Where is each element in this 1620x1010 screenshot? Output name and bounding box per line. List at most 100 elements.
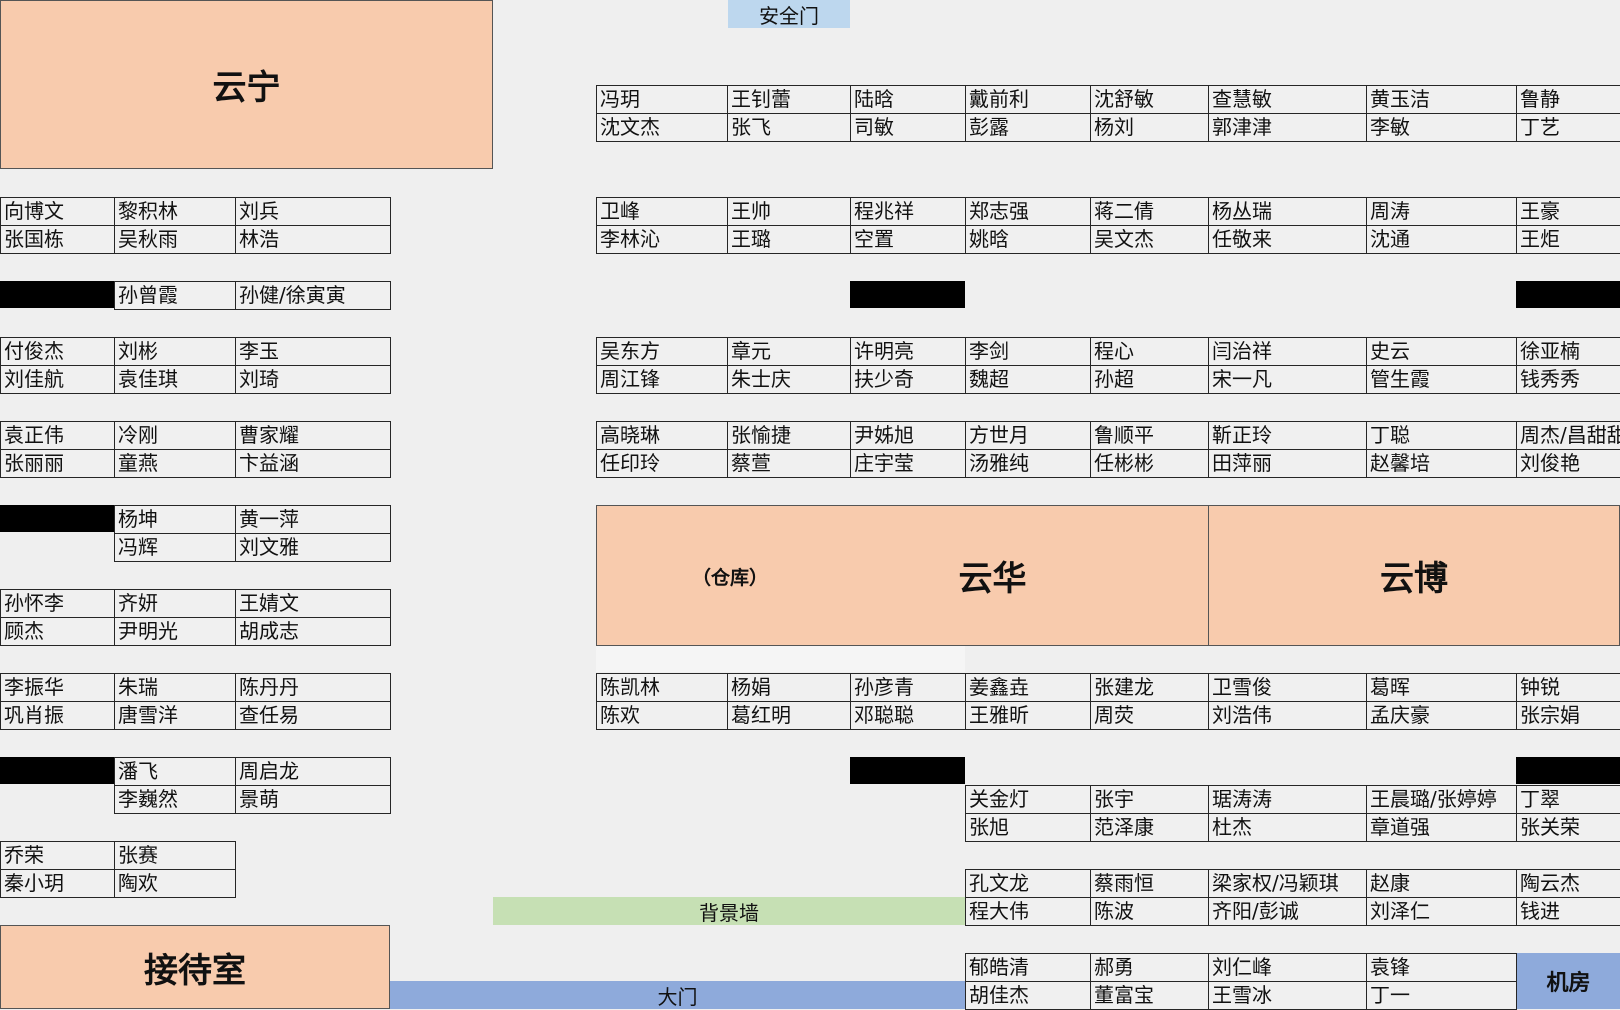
- seat-cell: 史云: [1366, 337, 1517, 366]
- seat-cell: 李敏: [1366, 113, 1517, 142]
- seat-cell: 杜杰: [1208, 813, 1367, 842]
- seat-cell: 戴前利: [965, 85, 1091, 114]
- seat-cell: 刘琦: [235, 365, 391, 394]
- pillar: [850, 757, 965, 784]
- safety-door-label: 安全门: [759, 3, 819, 28]
- seat-cell: 乔荣: [0, 841, 115, 870]
- seat-cell: 齐妍: [114, 589, 236, 618]
- main-gate-label: 大门: [657, 984, 698, 1009]
- seat-cell: 张建龙: [1090, 673, 1209, 702]
- seat-cell: 姜鑫垚: [965, 673, 1091, 702]
- seat-cell: 孙彦青: [850, 673, 966, 702]
- aisle-strip: [596, 646, 965, 672]
- seat-cell: 陆晗: [850, 85, 966, 114]
- seat-cell: 周启龙: [235, 757, 391, 786]
- seat-cell: 刘俊艳: [1516, 449, 1620, 478]
- seat-cell: 程心: [1090, 337, 1209, 366]
- background-wall: 背景墙: [493, 897, 965, 925]
- seat-cell: 陈丹丹: [235, 673, 391, 702]
- seat-cell: 汤雅纯: [965, 449, 1091, 478]
- seat-cell: 王钊蕾: [727, 85, 851, 114]
- seat-cell: 王雅昕: [965, 701, 1091, 730]
- seat-cell: 李巍然: [114, 785, 236, 814]
- seat-cell: 蔡雨恒: [1090, 869, 1209, 898]
- seat-cell: 曹家耀: [235, 421, 391, 450]
- seat-cell: 空置: [850, 225, 966, 254]
- seat-cell: 张愉捷: [727, 421, 851, 450]
- pillar: [1516, 757, 1620, 784]
- seat-cell: 刘文雅: [235, 533, 391, 562]
- seat-cell: 王璐: [727, 225, 851, 254]
- seat-cell: 任印玲: [596, 449, 728, 478]
- seat-cell: 袁锋: [1366, 953, 1517, 982]
- seat-cell: 董富宝: [1090, 981, 1209, 1010]
- seat-cell: 管生霞: [1366, 365, 1517, 394]
- seat-cell: 周涛: [1366, 197, 1517, 226]
- seat-cell: 查任易: [235, 701, 391, 730]
- pillar: [1516, 281, 1620, 308]
- seat-cell: 葛红明: [727, 701, 851, 730]
- room-reception-label: 接待室: [144, 950, 246, 991]
- seat-cell: 梁家权/冯颖琪: [1208, 869, 1367, 898]
- seat-cell: 扶少奇: [850, 365, 966, 394]
- seat-cell: 陈欢: [596, 701, 728, 730]
- server-room: 机房: [1517, 953, 1620, 1009]
- seat-cell: 闫治祥: [1208, 337, 1367, 366]
- seat-cell: 丁聪: [1366, 421, 1517, 450]
- seat-cell: 陶云杰: [1516, 869, 1620, 898]
- seat-cell: 田萍丽: [1208, 449, 1367, 478]
- seat-cell: 宋一凡: [1208, 365, 1367, 394]
- seat-cell: 徐亚楠: [1516, 337, 1620, 366]
- seat-cell: 袁佳琪: [114, 365, 236, 394]
- seat-cell: 赵馨培: [1366, 449, 1517, 478]
- room-yunning: 云宁: [0, 0, 493, 169]
- seat-cell: 沈通: [1366, 225, 1517, 254]
- seat-cell: 孙曾霞: [114, 281, 236, 310]
- seat-cell: 张关荣: [1516, 813, 1620, 842]
- seat-cell: 冯辉: [114, 533, 236, 562]
- seat-cell: 郁皓清: [965, 953, 1091, 982]
- seat-cell: 王晨璐/张婷婷: [1366, 785, 1517, 814]
- seat-cell: 周江锋: [596, 365, 728, 394]
- seat-cell: 鲁顺平: [1090, 421, 1209, 450]
- background-wall-label: 背景墙: [699, 900, 759, 925]
- seat-cell: 许明亮: [850, 337, 966, 366]
- pillar: [0, 281, 114, 308]
- seat-cell: 沈文杰: [596, 113, 728, 142]
- seat-cell: 庄宇莹: [850, 449, 966, 478]
- room-yunhua-label: 云华: [958, 559, 1027, 599]
- seat-cell: 陈凯林: [596, 673, 728, 702]
- seat-cell: 郭津津: [1208, 113, 1367, 142]
- seat-cell: 袁正伟: [0, 421, 115, 450]
- seat-cell: 郑志强: [965, 197, 1091, 226]
- seat-cell: 蔡萱: [727, 449, 851, 478]
- seat-cell: 李玉: [235, 337, 391, 366]
- seat-cell: 刘佳航: [0, 365, 115, 394]
- seat-cell: 孙超: [1090, 365, 1209, 394]
- seat-cell: 吴秋雨: [114, 225, 236, 254]
- seat-cell: 赵康: [1366, 869, 1517, 898]
- seat-cell: 秦小玥: [0, 869, 115, 898]
- seat-cell: 吴东方: [596, 337, 728, 366]
- seat-cell: 黎积林: [114, 197, 236, 226]
- seat-cell: 李振华: [0, 673, 115, 702]
- seat-cell: 鲁静: [1516, 85, 1620, 114]
- seat-cell: 钱秀秀: [1516, 365, 1620, 394]
- safety-door: 安全门: [728, 0, 850, 28]
- server-room-label: 机房: [1546, 971, 1591, 996]
- seat-cell: 任敬来: [1208, 225, 1367, 254]
- seat-cell: 景萌: [235, 785, 391, 814]
- seat-cell: 沈舒敏: [1090, 85, 1209, 114]
- room-reception: 接待室: [0, 925, 390, 1009]
- seat-cell: 冯玥: [596, 85, 728, 114]
- seat-cell: 蒋二倩: [1090, 197, 1209, 226]
- seat-cell: 刘泽仁: [1366, 897, 1517, 926]
- seat-cell: 陶欢: [114, 869, 236, 898]
- seat-cell: 巩肖振: [0, 701, 115, 730]
- seat-cell: 刘仁峰: [1208, 953, 1367, 982]
- seat-cell: 付俊杰: [0, 337, 115, 366]
- pillar: [0, 757, 114, 784]
- seat-cell: 黄一萍: [235, 505, 391, 534]
- seat-cell: 查慧敏: [1208, 85, 1367, 114]
- seat-cell: 向博文: [0, 197, 115, 226]
